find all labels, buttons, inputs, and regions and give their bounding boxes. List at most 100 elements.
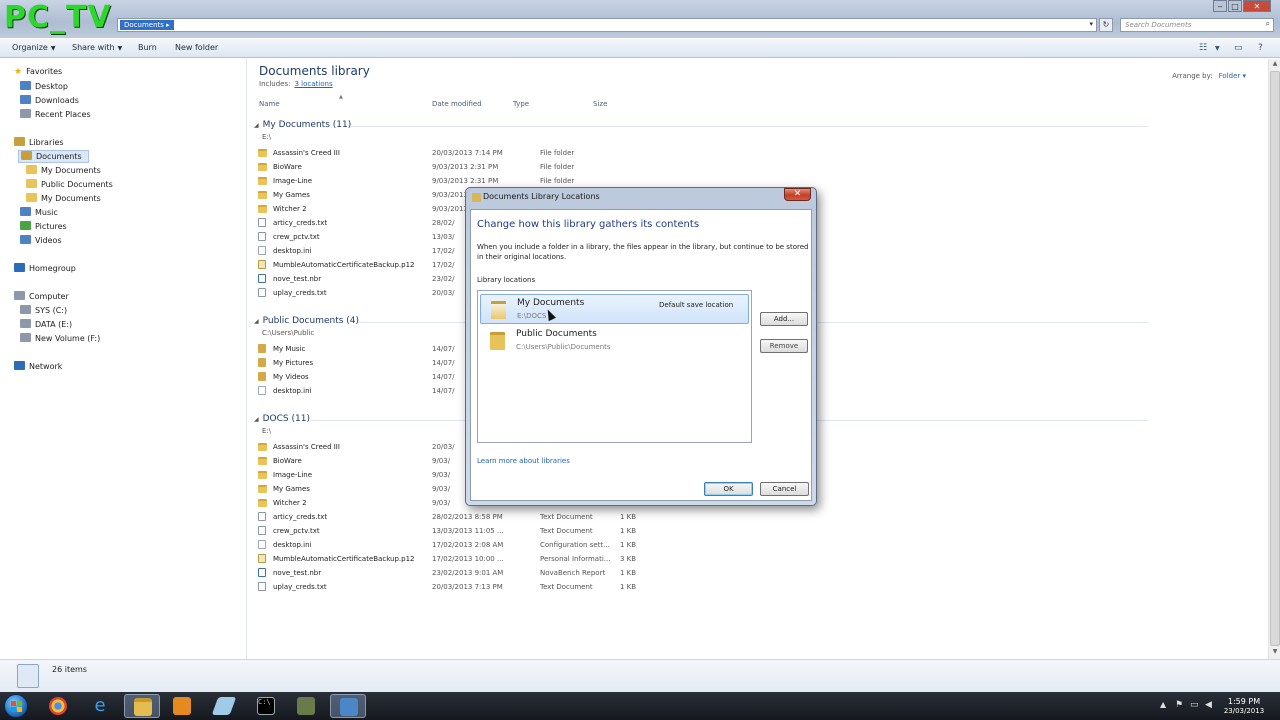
ok-button[interactable]: OK (704, 482, 753, 496)
file-date: 20/03/2013 7:13 PM (432, 583, 503, 591)
library-locations-list[interactable]: My Documents E:\DOCS Default save locati… (477, 290, 752, 443)
preview-pane-icon[interactable]: ▭ (1234, 43, 1243, 53)
file-name: uplay_creds.txt (273, 583, 327, 591)
pictures-icon (20, 221, 31, 230)
search-icon[interactable]: ⌕ (1266, 19, 1270, 29)
nav-label: Computer (29, 292, 69, 301)
explorer-taskbar-button[interactable] (124, 694, 160, 718)
file-row[interactable]: MumbleAutomaticCertificateBackup.p12 17/0… (258, 553, 958, 566)
column-header-date[interactable]: Date modified (432, 100, 482, 108)
nav-music[interactable]: Music (20, 207, 58, 217)
group-header[interactable]: ◢ DOCS (11) (254, 414, 310, 424)
minimize-button[interactable]: ‒ (1213, 0, 1227, 12)
nav-label: My Documents (41, 166, 101, 175)
scroll-thumb[interactable] (1270, 71, 1280, 646)
address-bar[interactable]: Documents ▸ ▾ (117, 18, 1097, 32)
group-header[interactable]: ◢ My Documents (11) (254, 120, 351, 130)
share-with-button[interactable]: Share with ▼ (72, 43, 122, 52)
file-row[interactable]: nove_test.nbr 23/02/2013 9:01 AM NovaBench… (258, 567, 958, 580)
media-player-taskbar-button[interactable] (164, 694, 200, 718)
vertical-scrollbar[interactable]: ▲ ▼ (1268, 59, 1280, 659)
network-icon (14, 361, 25, 370)
chevron-down-icon[interactable]: ▼ (1215, 45, 1220, 52)
group-header[interactable]: ◢ Public Documents (4) (254, 316, 359, 326)
view-options-icon[interactable]: ☷ (1199, 43, 1207, 53)
clock-time[interactable]: 1:59 PM (1222, 697, 1266, 706)
nav-drive-f[interactable]: New Volume (F:) (20, 333, 100, 343)
file-row[interactable]: Assassin's Creed III 20/03/2013 7:14 PM Fi… (258, 147, 958, 160)
dialog-close-button[interactable]: ✕ (784, 188, 811, 201)
column-header-name[interactable]: Name (259, 100, 280, 108)
nav-computer[interactable]: Computer (14, 291, 69, 301)
nav-label: SYS (C:) (35, 306, 68, 315)
nav-drive-c[interactable]: SYS (C:) (20, 305, 67, 315)
show-hidden-icons-icon[interactable]: ▲ (1160, 700, 1166, 709)
pen-app-taskbar-button[interactable] (206, 694, 242, 718)
scroll-down-icon[interactable]: ▼ (1270, 648, 1280, 658)
cancel-button[interactable]: Cancel (760, 482, 809, 496)
file-row[interactable]: uplay_creds.txt 20/03/2013 7:13 PM Text Do… (258, 581, 958, 594)
ie-taskbar-button[interactable]: e (82, 694, 118, 718)
dialog-taskbar-button[interactable] (330, 694, 366, 718)
nav-public-documents[interactable]: Public Documents (26, 179, 113, 189)
nav-label: Recent Places (35, 110, 91, 119)
nav-network[interactable]: Network (14, 361, 62, 371)
flag-icon[interactable]: ⚑ (1175, 700, 1185, 710)
file-name: Image-Line (273, 471, 313, 479)
close-window-button[interactable]: ✕ (1243, 0, 1271, 12)
collapse-triangle-icon[interactable]: ◢ (254, 318, 259, 325)
search-input[interactable]: Search Documents ⌕ (1120, 18, 1274, 32)
file-row[interactable]: crew_pctv.txt 13/03/2013 11:05 ... Text Do… (258, 525, 958, 538)
scroll-up-icon[interactable]: ▲ (1270, 60, 1280, 70)
clock-date[interactable]: 23/03/2013 (1222, 707, 1266, 715)
chrome-taskbar-button[interactable] (40, 694, 76, 718)
collapse-triangle-icon[interactable]: ◢ (254, 416, 259, 423)
nav-downloads[interactable]: Downloads (20, 95, 79, 105)
burn-button[interactable]: Burn (138, 43, 157, 52)
column-header-type[interactable]: Type (513, 100, 529, 108)
includes-locations-link[interactable]: 3 locations (295, 80, 333, 88)
add-location-button[interactable]: Add... (760, 312, 808, 326)
nav-favorites[interactable]: ★ Favorites (14, 67, 62, 77)
window-title-bar: PC_TV Documents ▸ ▾ ↻ Search Documents ⌕… (0, 0, 1280, 38)
remove-location-button[interactable]: Remove (760, 339, 808, 353)
volume-icon[interactable]: ◀ (1205, 700, 1215, 710)
arrange-by[interactable]: Arrange by: Folder ▾ (1172, 72, 1246, 80)
nav-libraries[interactable]: Libraries (14, 137, 64, 147)
arrange-by-label: Arrange by: (1172, 72, 1213, 80)
collapse-triangle-icon[interactable]: ◢ (254, 122, 259, 129)
address-text[interactable]: Documents ▸ (120, 20, 174, 30)
refresh-icon[interactable]: ↻ (1099, 18, 1113, 32)
arrange-by-value[interactable]: Folder ▾ (1219, 72, 1246, 80)
chevron-down-icon[interactable]: ▾ (1089, 20, 1093, 28)
nav-pictures[interactable]: Pictures (20, 221, 67, 231)
location-item-public-documents[interactable]: Public Documents C:\Users\Public\Documen… (480, 326, 749, 356)
location-path: C:\Users\Public\Documents (516, 343, 611, 351)
organize-label: Organize (12, 43, 48, 52)
app-taskbar-button[interactable] (288, 694, 324, 718)
file-row[interactable]: articy_creds.txt 28/02/2013 8:58 PM Text D… (258, 511, 958, 524)
maximize-button[interactable]: □ (1228, 0, 1242, 12)
cmd-taskbar-button[interactable]: C:\ (248, 694, 284, 718)
location-item-my-documents[interactable]: My Documents E:\DOCS Default save locati… (480, 294, 749, 324)
nav-drive-e[interactable]: DATA (E:) (20, 319, 72, 329)
nav-homegroup[interactable]: Homegroup (14, 263, 76, 273)
file-row[interactable]: desktop.ini 17/02/2013 2:08 AM Configurati… (258, 539, 958, 552)
nav-my-documents[interactable]: My Documents (26, 165, 101, 175)
learn-more-link[interactable]: Learn more about libraries (477, 457, 570, 465)
help-icon[interactable]: ? (1258, 43, 1263, 53)
organize-button[interactable]: Organize ▼ (12, 43, 55, 52)
start-button[interactable] (4, 694, 28, 718)
new-folder-button[interactable]: New folder (175, 43, 218, 52)
documents-library-icon (21, 151, 32, 160)
nav-recent-places[interactable]: Recent Places (20, 109, 91, 119)
file-row[interactable]: BioWare 9/03/2013 2:31 PM File folder (258, 161, 958, 174)
column-header-size[interactable]: Size (593, 100, 607, 108)
nav-videos[interactable]: Videos (20, 235, 62, 245)
monitor-icon[interactable]: ▭ (1190, 700, 1200, 710)
report-file-icon (258, 274, 266, 283)
nav-documents[interactable]: Documents (18, 150, 89, 163)
nav-desktop[interactable]: Desktop (20, 81, 68, 91)
pen-icon (211, 697, 237, 715)
nav-my-documents-docs[interactable]: My Documents (26, 193, 101, 203)
